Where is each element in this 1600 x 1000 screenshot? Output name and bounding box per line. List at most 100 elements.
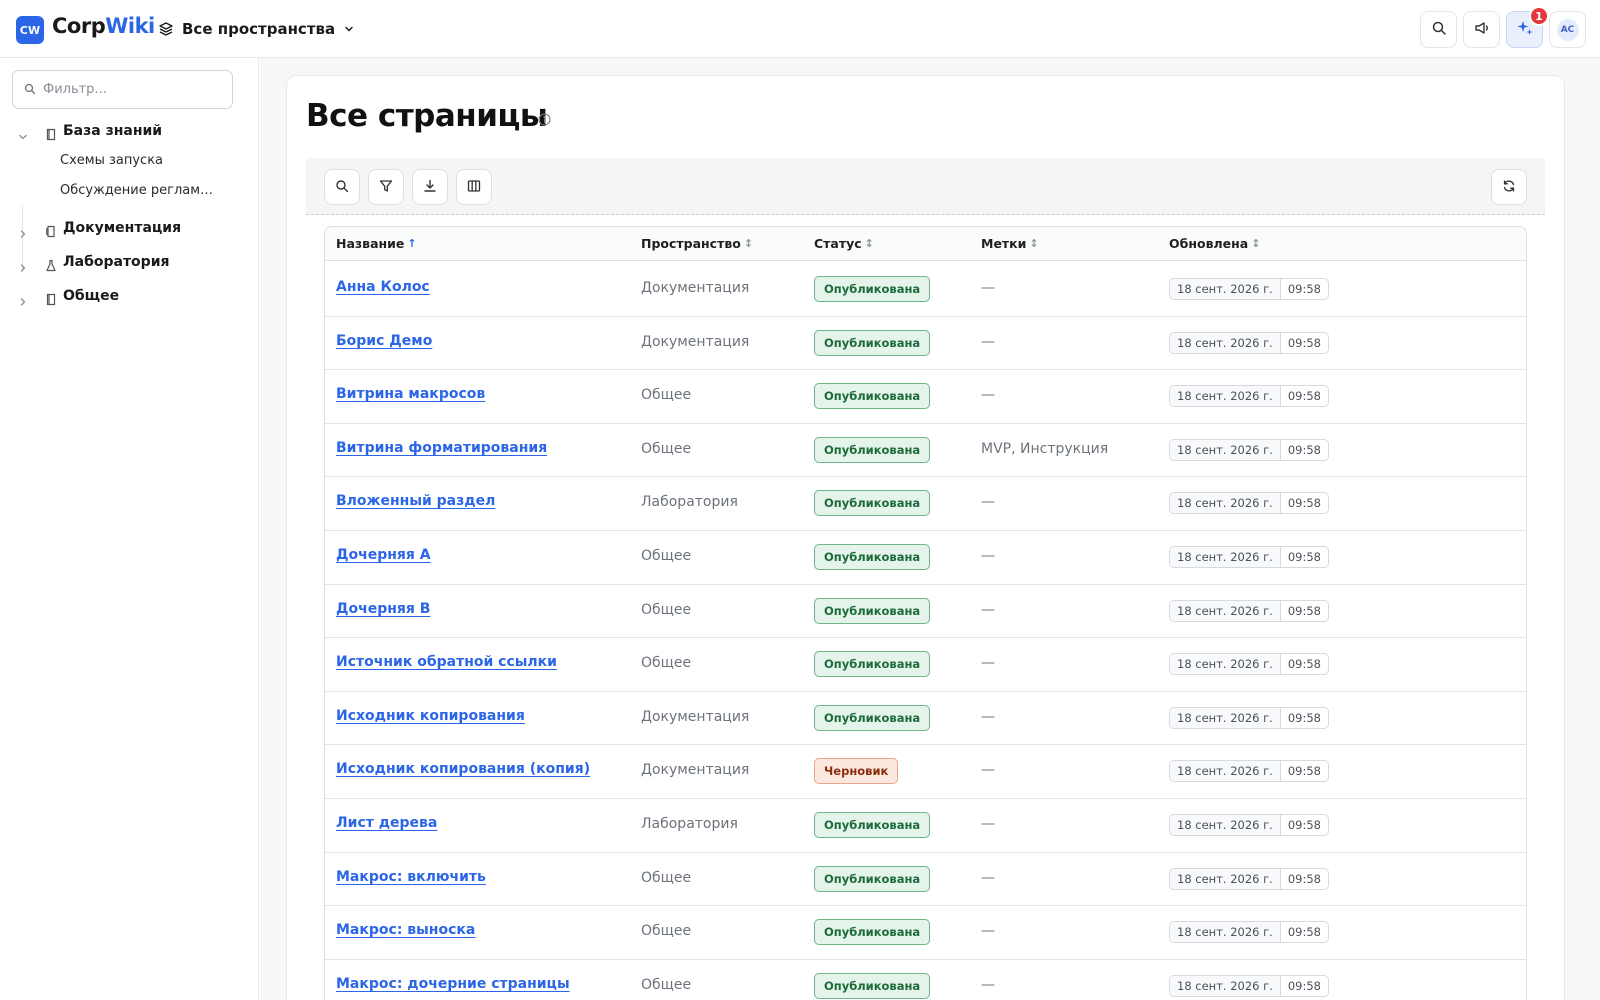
download-icon: [423, 178, 437, 197]
updated-date: 18 сент. 2026 г.: [1170, 868, 1281, 889]
logo-wordmark[interactable]: CorpWiki: [52, 14, 155, 38]
tree-node-general[interactable]: Общее: [0, 283, 259, 311]
updated-chip: 18 сент. 2026 г. 09:58: [1169, 546, 1329, 568]
space-cell: Общее: [641, 548, 692, 564]
page-link[interactable]: Источник обратной ссылки: [336, 654, 557, 670]
page-link[interactable]: Витрина форматирования: [336, 440, 547, 456]
search-button[interactable]: [1420, 11, 1457, 48]
status-badge: Опубликована: [814, 544, 931, 570]
page-link[interactable]: Дочерняя A: [336, 547, 431, 563]
chevron-right-icon[interactable]: [18, 224, 28, 243]
updated-date: 18 сент. 2026 г.: [1170, 332, 1281, 353]
tree-node-label: Лаборатория: [63, 254, 170, 270]
column-header-label: Метки: [981, 236, 1027, 251]
page-link[interactable]: Дочерняя B: [336, 601, 430, 617]
space-cell: Документация: [641, 280, 750, 296]
updated-time: 09:58: [1287, 550, 1321, 564]
table-row: Исходник копирования (копия) Документаци…: [325, 744, 1526, 800]
page-link[interactable]: Макрос: дочерние страницы: [336, 976, 570, 992]
chevron-right-icon[interactable]: [18, 292, 28, 311]
info-icon[interactable]: [538, 111, 551, 130]
tags-cell: —: [981, 816, 995, 832]
updated-chip: 18 сент. 2026 г. 09:58: [1169, 921, 1329, 944]
filter-input[interactable]: [43, 82, 213, 97]
updated-time: 09:58: [1287, 925, 1321, 940]
tree-node-documentation[interactable]: Документация: [0, 215, 259, 243]
column-header-status[interactable]: Статус ↕: [814, 236, 874, 251]
page-link[interactable]: Борис Демо: [336, 333, 432, 349]
tree-child-regulation-discussion[interactable]: Обсуждение регламе...: [60, 183, 220, 198]
updated-chip: 18 сент. 2026 г. 09:58: [1169, 385, 1329, 408]
updated-time: 09:58: [1287, 282, 1321, 296]
updated-chip: 18 сент. 2026 г. 09:58: [1169, 974, 1329, 997]
tree-node-knowledge-base[interactable]: База знаний: [0, 118, 259, 146]
page-link[interactable]: Макрос: включить: [336, 869, 486, 885]
table-row: Анна Колос Документация Опубликована — 1…: [325, 262, 1526, 317]
book-icon: [45, 126, 57, 145]
avatar: AC: [1556, 18, 1579, 41]
table-row: Дочерняя A Общее Опубликована — 18 сент.…: [325, 530, 1526, 585]
page-title: Все страницы: [306, 98, 548, 134]
space-switcher[interactable]: Все пространства: [158, 17, 355, 41]
sidebar-filter[interactable]: [12, 70, 233, 109]
user-menu-button[interactable]: AC: [1549, 11, 1586, 48]
updated-time: 09:58: [1287, 818, 1321, 832]
updated-time: 09:58: [1287, 764, 1321, 779]
updated-time: 09:58: [1287, 335, 1321, 350]
tree-node-label: Общее: [63, 288, 120, 304]
tags-cell: —: [981, 333, 995, 350]
table-search-button[interactable]: [324, 169, 360, 205]
column-header-label: Статус: [814, 236, 862, 251]
page-link[interactable]: Макрос: выноска: [336, 922, 475, 938]
flask-icon: [45, 257, 57, 276]
megaphone-icon: [1474, 20, 1490, 40]
table-export-button[interactable]: [412, 169, 448, 205]
space-cell: Общее: [641, 923, 692, 940]
column-header-space[interactable]: Пространство ↕: [641, 236, 753, 251]
tree-node-laboratory[interactable]: Лаборатория: [0, 249, 259, 277]
page-link[interactable]: Исходник копирования: [336, 708, 525, 724]
updated-time: 09:58: [1287, 442, 1321, 457]
tree-node-label: База знаний: [63, 123, 163, 139]
tags-cell: —: [981, 869, 995, 886]
table-row: Лист дерева Лаборатория Опубликована — 1…: [325, 798, 1526, 853]
table-filter-button[interactable]: [368, 169, 404, 205]
tags-cell: —: [981, 923, 995, 940]
status-badge: Опубликована: [814, 490, 931, 517]
column-header-tags[interactable]: Метки ↕: [981, 236, 1039, 251]
page-link[interactable]: Лист дерева: [336, 815, 437, 831]
tree-child-launch-schemes[interactable]: Схемы запуска: [60, 153, 220, 168]
page-link[interactable]: Вложенный раздел: [336, 493, 495, 509]
space-cell: Общее: [641, 440, 692, 457]
chevron-right-icon[interactable]: [18, 258, 28, 277]
announcements-button[interactable]: [1463, 11, 1500, 48]
sort-icon: ↕: [864, 237, 874, 250]
tags-cell: —: [981, 280, 995, 296]
column-header-label: Обновлена: [1169, 236, 1249, 251]
updated-chip: 18 сент. 2026 г. 09:58: [1169, 653, 1329, 676]
page-link[interactable]: Анна Колос: [336, 279, 430, 295]
space-cell: Документация: [641, 762, 750, 779]
table-row: Исходник копирования Документация Опубли…: [325, 691, 1526, 746]
logo-badge[interactable]: CW: [16, 16, 44, 44]
layers-icon: [158, 21, 174, 37]
space-cell: Документация: [641, 333, 750, 350]
ai-assistant-button[interactable]: 1: [1506, 6, 1549, 48]
chevron-down-icon[interactable]: [18, 127, 28, 146]
table-row: Витрина макросов Общее Опубликована — 18…: [325, 369, 1526, 424]
tags-cell: —: [981, 601, 995, 618]
updated-chip: 18 сент. 2026 г. 09:58: [1169, 867, 1329, 890]
table-row: Макрос: включить Общее Опубликована — 18…: [325, 852, 1526, 907]
table-columns-button[interactable]: [456, 169, 492, 205]
column-header-title[interactable]: Название ↑: [336, 236, 417, 251]
updated-chip: 18 сент. 2026 г. 09:58: [1169, 492, 1329, 515]
table-refresh-button[interactable]: [1491, 169, 1527, 205]
table-row: Витрина форматирования Общее Опубликован…: [325, 423, 1526, 478]
sort-icon: ↕: [1029, 237, 1039, 250]
book-icon: [45, 291, 57, 310]
logo-text-wiki: Wiki: [105, 14, 155, 38]
page-link[interactable]: Витрина макросов: [336, 386, 485, 402]
column-header-updated[interactable]: Обновлена ↕: [1169, 236, 1260, 251]
updated-chip: 18 сент. 2026 г. 09:58: [1169, 760, 1329, 783]
page-link[interactable]: Исходник копирования (копия): [336, 761, 590, 777]
